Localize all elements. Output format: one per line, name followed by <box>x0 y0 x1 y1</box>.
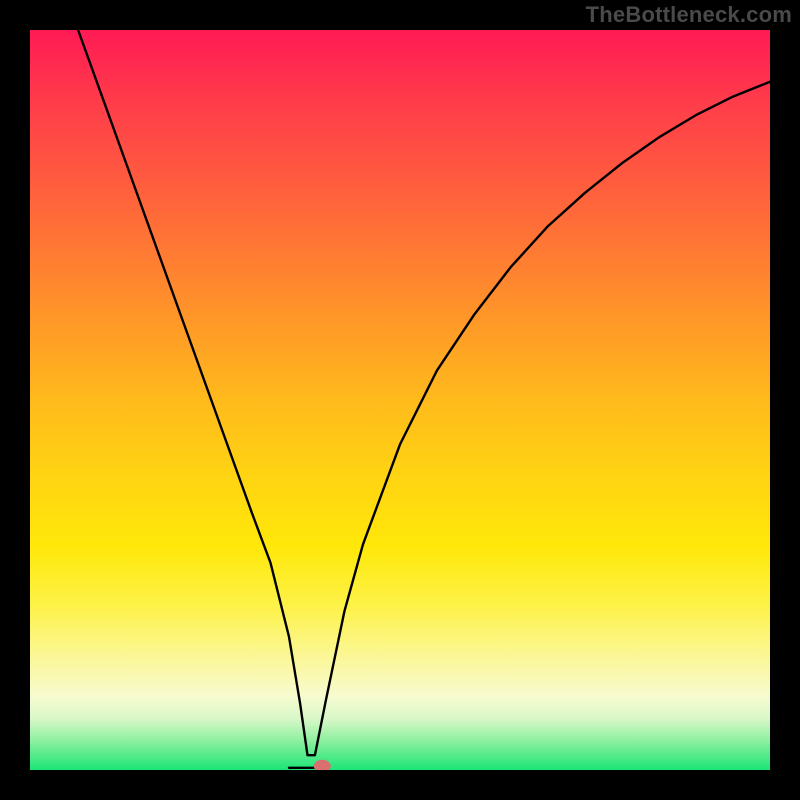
chart-svg <box>30 30 770 770</box>
chart-marker <box>314 760 330 770</box>
chart-curve <box>78 30 770 755</box>
chart-frame: TheBottleneck.com <box>0 0 800 800</box>
watermark-text: TheBottleneck.com <box>586 2 792 28</box>
plot-area <box>30 30 770 770</box>
